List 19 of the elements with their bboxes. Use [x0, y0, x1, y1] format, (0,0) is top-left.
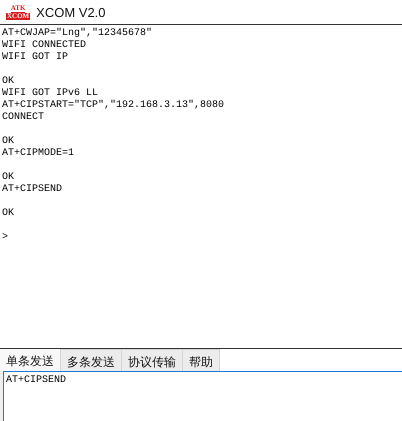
received-line: OK [2, 136, 14, 148]
received-line: AT+CIPSEND [2, 184, 62, 196]
send-field[interactable]: AT+CIPSEND [3, 371, 402, 421]
tab[interactable]: 帮助 [183, 349, 220, 371]
window-title: XCOM V2.0 [36, 4, 106, 20]
received-line: AT+CIPSTART="TCP","192.168.3.13",8080 [2, 100, 224, 112]
received-line: > [2, 232, 8, 244]
tab[interactable]: 协议传输 [122, 349, 183, 371]
received-line: CONNECT [2, 112, 44, 124]
received-line: WIFI GOT IP [2, 52, 68, 64]
received-line: WIFI CONNECTED [2, 40, 86, 52]
received-line: OK [2, 76, 14, 88]
received-line: OK [2, 208, 14, 220]
received-line: AT+CWJAP="Lng","12345678" [2, 28, 152, 40]
tab[interactable]: 多条发送 [61, 349, 122, 371]
received-line: OK [2, 172, 14, 184]
received-line: AT+CIPMODE=1 [2, 148, 74, 160]
received-line: WIFI GOT IPv6 LL [2, 88, 98, 100]
tab[interactable]: 单条发送 [0, 349, 61, 371]
